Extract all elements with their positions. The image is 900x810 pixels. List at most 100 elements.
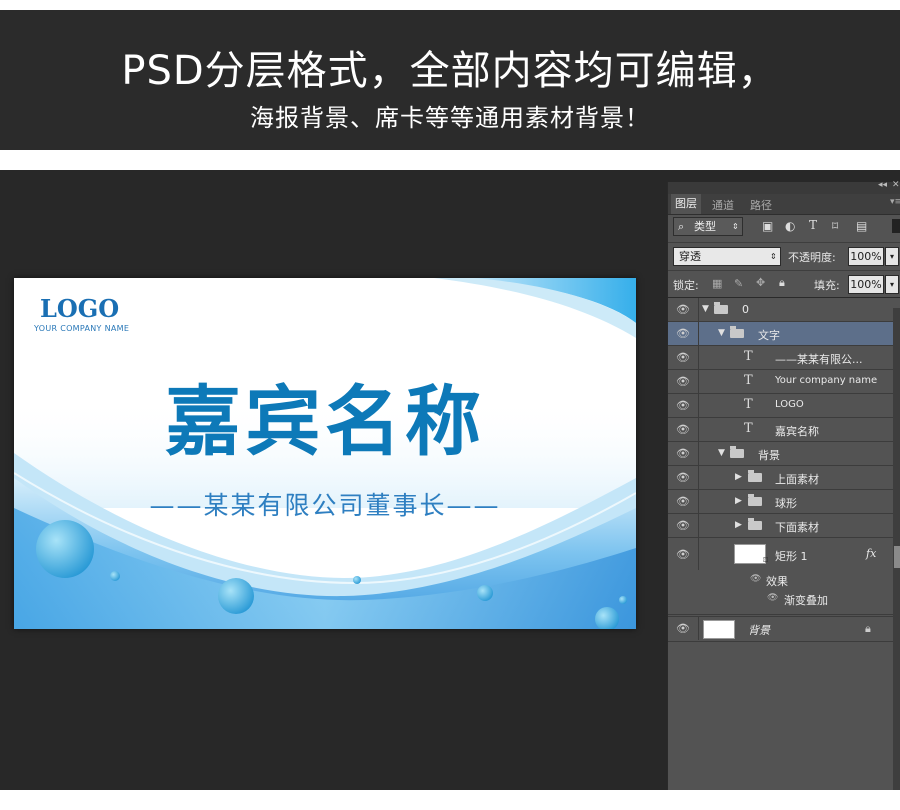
layer-row[interactable]: 👁︎ T LOGO — [668, 394, 893, 418]
layer-row-selected[interactable]: 👁︎ ▼ 文字 — [668, 322, 893, 346]
filter-kind-select[interactable]: ⌕ 类型 ⇕ — [673, 217, 743, 236]
card-company-name: YOUR COMPANY NAME — [34, 324, 130, 333]
layer-row[interactable]: 👁︎ T ——某某有限公... — [668, 346, 893, 370]
layers-panel: ◂◂ ✕ 图层 通道 路径 ▾≡ ⌕ 类型 ⇕ ▣ ◐ T ⌑ ▤ 穿透 ⇕ 不… — [667, 180, 900, 790]
visibility-eye-icon[interactable]: 👁︎ — [676, 471, 692, 484]
panel-menu-icon[interactable]: ▾≡ — [890, 197, 900, 207]
tab-channels[interactable]: 通道 — [712, 197, 734, 213]
sphere-small — [477, 585, 493, 601]
visibility-eye-icon[interactable]: 👁︎ — [676, 519, 692, 532]
layer-name: 球形 — [775, 497, 797, 510]
layer-row[interactable]: 👁︎ ▶ 下面素材 — [668, 514, 893, 538]
folder-icon — [748, 494, 762, 506]
layer-name: 上面素材 — [775, 473, 819, 486]
collapsed-triangle-icon[interactable]: ▶ — [735, 472, 742, 482]
visibility-eye-icon[interactable]: 👁︎ — [676, 548, 692, 561]
filter-kind-label: 类型 — [694, 220, 716, 233]
shape-thumbnail: ⌑ — [734, 544, 768, 566]
collapsed-triangle-icon[interactable]: ▶ — [735, 520, 742, 530]
blend-row: 穿透 ⇕ 不透明度: 100% ▾ — [668, 242, 900, 269]
smart-object-filter-icon[interactable]: ▤ — [856, 219, 867, 233]
filter-toggle[interactable] — [892, 219, 900, 233]
layer-name: ——某某有限公... — [775, 353, 863, 366]
fill-dropdown-icon[interactable]: ▾ — [885, 275, 899, 294]
layer-row[interactable]: 👁︎ T Your company name — [668, 370, 893, 394]
opacity-dropdown-icon[interactable]: ▾ — [885, 247, 899, 266]
type-filter-icon[interactable]: T — [809, 218, 817, 232]
expand-triangle-icon[interactable]: ▼ — [718, 328, 725, 338]
close-panel-icon[interactable]: ✕ — [892, 180, 900, 190]
effect-eye-icon[interactable]: 👁︎ — [750, 574, 761, 584]
opacity-label: 不透明度: — [788, 251, 836, 264]
lock-move-icon[interactable]: ✥ — [756, 276, 765, 289]
card-logo: LOGO — [40, 294, 120, 323]
layer-row-shape[interactable]: 👁︎ ⌑ 矩形 1 fx 👁︎ 效果 👁︎ 渐变叠加 — [668, 538, 893, 615]
text-layer-icon: T — [744, 397, 753, 412]
collapsed-triangle-icon[interactable]: ▶ — [735, 496, 742, 506]
layers-scrollbar[interactable] — [893, 308, 900, 790]
lock-transparent-icon[interactable]: ▦ — [712, 277, 722, 290]
sphere-large — [36, 520, 94, 578]
lock-row: 锁定: ▦ ✎ ✥ 🔒︎ 填充: 100% ▾ — [668, 270, 900, 298]
visibility-eye-icon[interactable]: 👁︎ — [676, 399, 692, 412]
text-layer-icon: T — [744, 421, 753, 436]
card-company-line: ——某某有限公司董事长—— — [149, 491, 501, 520]
folder-icon — [748, 518, 762, 530]
panel-tabs: 图层 通道 路径 ▾≡ — [668, 194, 900, 215]
layer-row[interactable]: 👁︎ ▼ 0 — [668, 298, 893, 322]
layer-name: 背景 — [758, 449, 780, 462]
layer-name: 0 — [742, 303, 749, 316]
folder-icon — [730, 446, 744, 458]
vector-mask-icon: ⌑ — [763, 556, 768, 566]
lock-brush-icon[interactable]: ✎ — [734, 277, 743, 290]
blend-mode-select[interactable]: 穿透 ⇕ — [673, 247, 781, 266]
tab-paths[interactable]: 路径 — [750, 197, 772, 213]
image-filter-icon[interactable]: ▣ — [762, 219, 773, 233]
layer-name: LOGO — [775, 399, 804, 410]
visibility-eye-icon[interactable]: 👁︎ — [676, 351, 692, 364]
expand-triangle-icon[interactable]: ▼ — [718, 448, 725, 458]
gradient-eye-icon[interactable]: 👁︎ — [767, 593, 778, 603]
layer-name: Your company name — [775, 375, 878, 386]
card-guest-name: 嘉宾名称 — [165, 377, 485, 466]
gradient-overlay-label: 渐变叠加 — [784, 594, 828, 607]
visibility-eye-icon[interactable]: 👁︎ — [676, 495, 692, 508]
effects-label: 效果 — [766, 575, 788, 588]
fill-input[interactable]: 100% — [848, 275, 884, 294]
opacity-input[interactable]: 100% — [848, 247, 884, 266]
shape-filter-icon[interactable]: ⌑ — [832, 219, 838, 233]
layer-row-background[interactable]: 👁︎ 背景 🔒︎ — [668, 616, 893, 642]
adjustment-filter-icon[interactable]: ◐ — [785, 219, 795, 233]
collapse-icon[interactable]: ◂◂ — [878, 180, 887, 190]
layer-row[interactable]: 👁︎ ▶ 球形 — [668, 490, 893, 514]
blend-mode-value: 穿透 — [679, 250, 701, 263]
fx-icon[interactable]: fx — [866, 547, 876, 560]
tab-layers[interactable]: 图层 — [671, 194, 701, 214]
expand-triangle-icon[interactable]: ▼ — [702, 304, 709, 314]
visibility-eye-icon[interactable]: 👁︎ — [676, 303, 692, 316]
banner-subtitle: 海报背景、席卡等等通用素材背景！ — [250, 104, 650, 132]
layer-row[interactable]: 👁︎ T 嘉宾名称 — [668, 418, 893, 442]
name-card-canvas[interactable]: LOGO YOUR COMPANY NAME 嘉宾名称 ——某某有限公司董事长—… — [14, 278, 636, 629]
layer-name: 嘉宾名称 — [775, 425, 819, 438]
layer-name: 下面素材 — [775, 521, 819, 534]
updown-icon: ⇕ — [732, 222, 739, 231]
folder-icon — [730, 326, 744, 338]
background-thumbnail — [703, 620, 735, 639]
layer-row[interactable]: 👁︎ ▼ 背景 — [668, 442, 893, 466]
search-icon: ⌕ — [678, 220, 685, 233]
scrollbar-thumb[interactable] — [894, 546, 900, 568]
panel-collapse-strip: ◂◂ ✕ — [668, 180, 900, 194]
layer-row[interactable]: 👁︎ ▶ 上面素材 — [668, 466, 893, 490]
layer-name: 矩形 1 — [775, 550, 808, 563]
visibility-eye-icon[interactable]: 👁︎ — [676, 327, 692, 340]
text-layer-icon: T — [744, 349, 753, 364]
visibility-eye-icon[interactable]: 👁︎ — [676, 423, 692, 436]
visibility-eye-icon[interactable]: 👁︎ — [676, 375, 692, 388]
visibility-eye-icon[interactable]: 👁︎ — [676, 622, 692, 635]
lock-icon: 🔒︎ — [865, 622, 871, 635]
lock-all-icon[interactable]: 🔒︎ — [779, 276, 785, 290]
promo-banner: PSD分层格式，全部内容均可编辑， 海报背景、席卡等等通用素材背景！ — [0, 10, 900, 150]
visibility-eye-icon[interactable]: 👁︎ — [676, 447, 692, 460]
fill-label: 填充: — [814, 279, 840, 292]
